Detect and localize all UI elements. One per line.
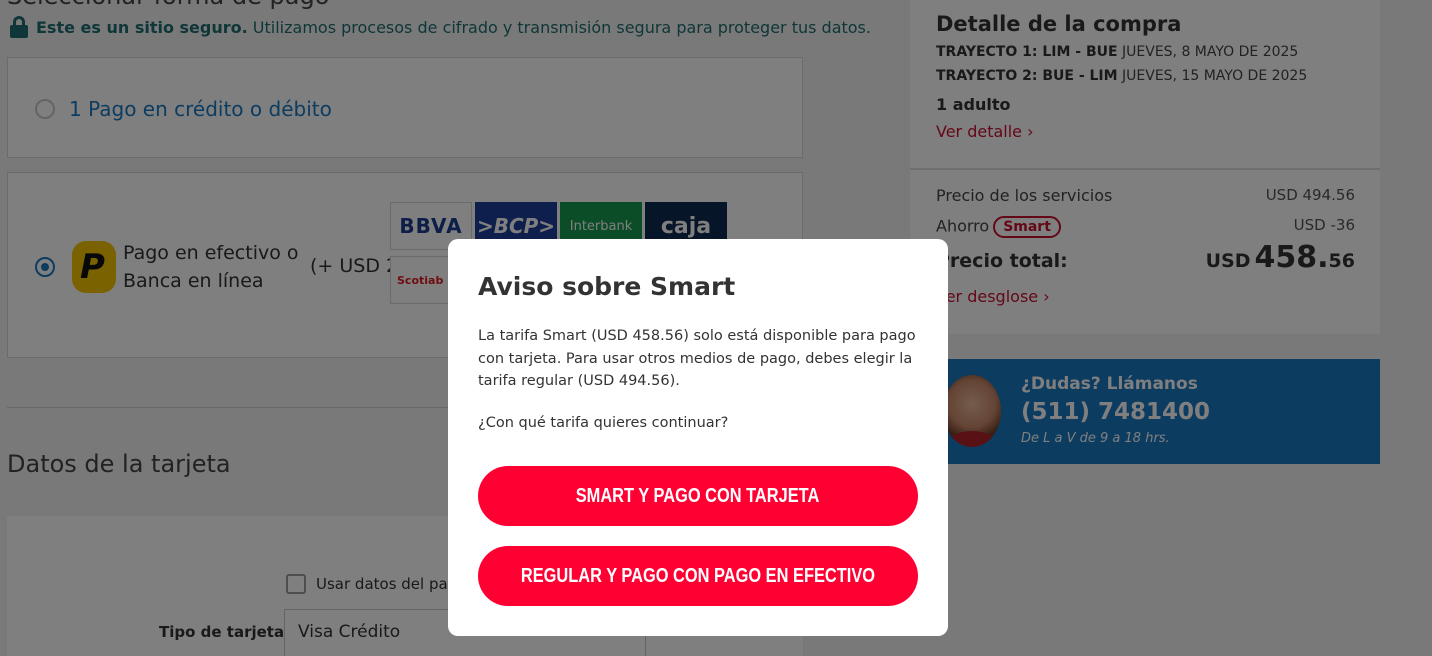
checkout-page: Seleccionar forma de pago Este es un sit… <box>0 0 1432 656</box>
modal-question: ¿Con qué tarifa quieres continuar? <box>478 415 729 431</box>
smart-notice-modal: Aviso sobre Smart La tarifa Smart (USD 4… <box>448 239 948 636</box>
smart-card-payment-button[interactable]: SMART Y PAGO CON TARJETA <box>478 466 918 526</box>
modal-body: La tarifa Smart (USD 458.56) solo está d… <box>478 328 916 389</box>
modal-title: Aviso sobre Smart <box>478 272 736 301</box>
regular-cash-payment-button[interactable]: REGULAR Y PAGO CON PAGO EN EFECTIVO <box>478 546 918 606</box>
